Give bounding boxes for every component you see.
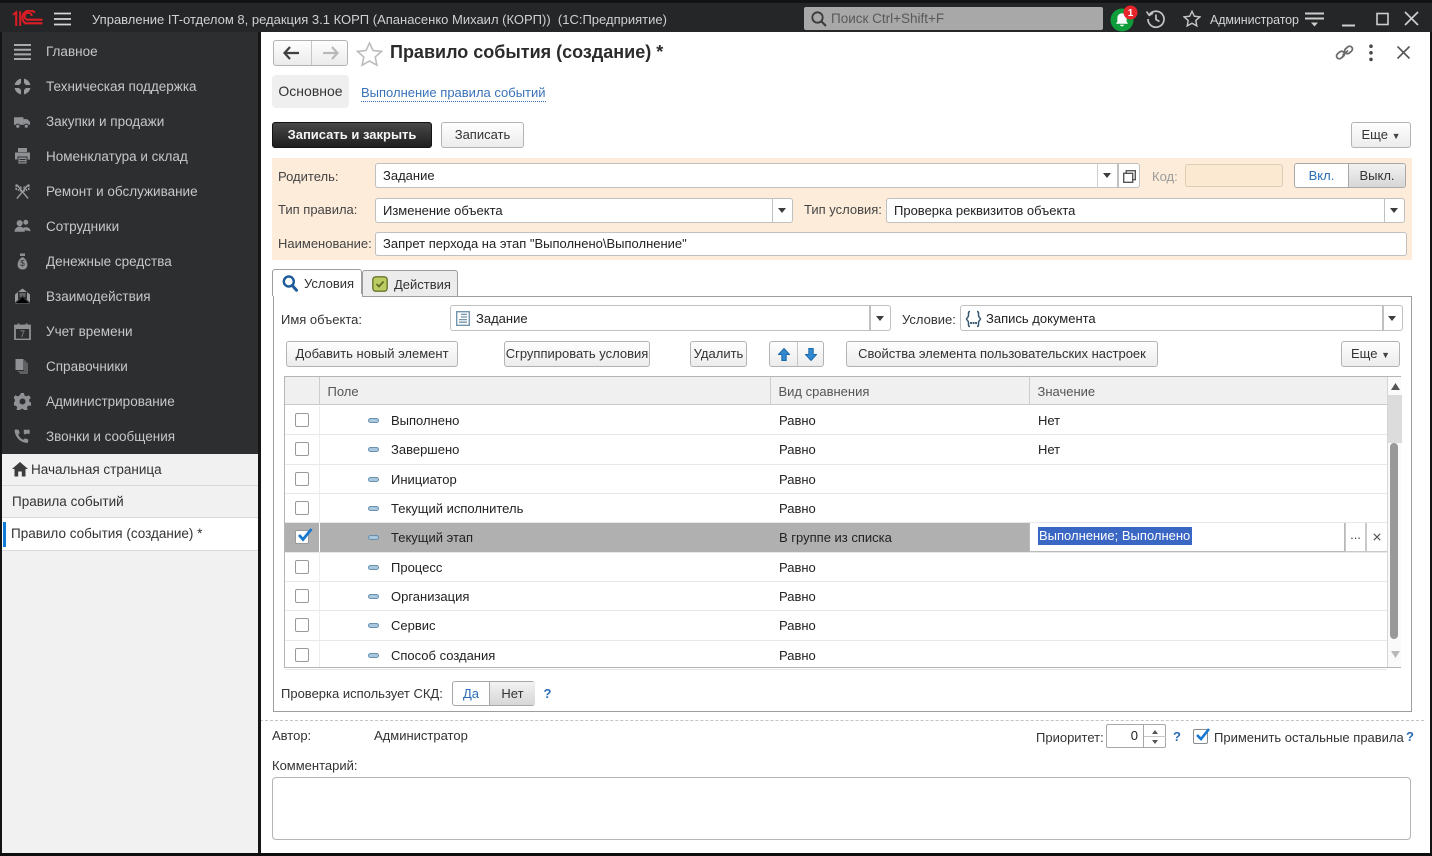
svg-text:7: 7: [20, 329, 25, 339]
svg-text:1: 1: [1128, 8, 1134, 19]
svg-text:$: $: [20, 259, 25, 268]
